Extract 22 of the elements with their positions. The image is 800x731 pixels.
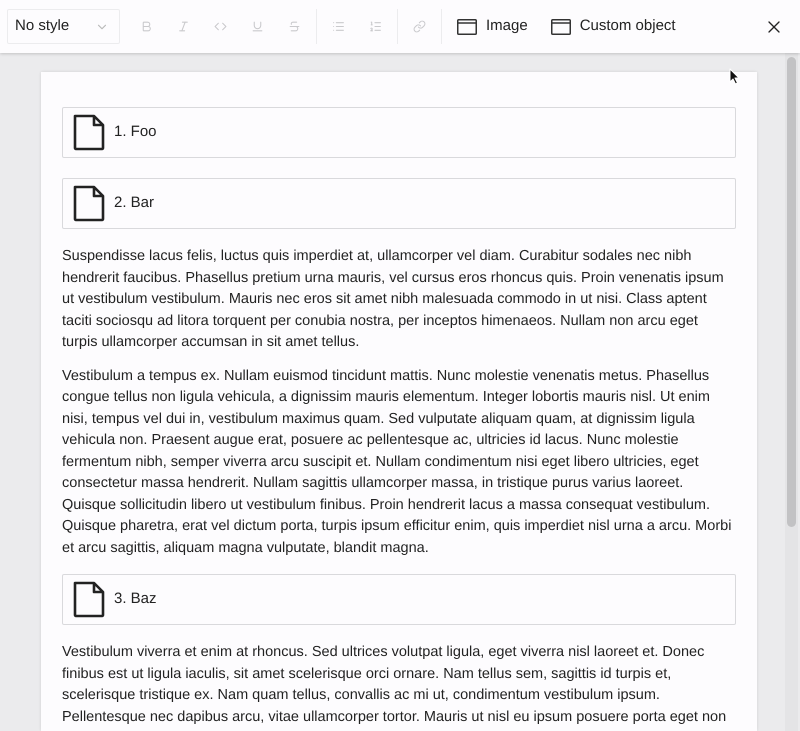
numbered-list-icon [369, 20, 382, 33]
paragraph: Suspendisse lacus felis, luctus quis imperdiet at, ullamcorper vel diam. Curabitur sodales nec nibh hendrerit faucibus. Phasellus pretium urna mauris, vel cursus eros rhoncus quis. Proin venenatis ipsum ut vestibulum vestibulum. Mauris nec eros sit amet nibh malesuada commodo in ut nisi. Class aptent taciti sociosqu ad litora torquent per conubia nostra, per inceptos himenaeos. Nullam non arcu eget turpis ullamcorper accumsan in sit amet tellus. [62, 247, 725, 352]
frame-icon [457, 18, 477, 34]
document-icon [73, 581, 105, 618]
paragraph: Vestibulum a tempus ex. Nullam euismod tincidunt mattis. Nunc molestie venenatis metus. Phasellus congue tellus non ligula vehicula, a dignissim mauris elementum. Integer lobortis mauris nisl. Ut enim nisi, tempus vel dui in, vestibulum maximus quam. Sed vulputate aliquam quam, at dignissim ligula vehicula non. Praesent augue erat, posuere ac pellentesque ac, ultricies id lacus. Nunc molestie fermentum nibh, semper viverra arcu suscipit et. Nullam condimentum nisi eget libero ultricies, eget consectetur massa hendrerit. Nullam sagittis ullamcorper massa, in tristique purus varius laoreet. Quisque sollicitudin libero ut vestibulum finibus. Proin hendrerit lacus a massa consequat vestibulum. Quisque pharetra, erat vel dictum porta, turpis ipsum efficitur enim, quis imperdiet nisl urna a arcu. Morbi et arcu sagittis, aliquam magna vulputate, blandit magna. [62, 366, 732, 558]
style-dropdown[interactable]: No style [7, 9, 120, 44]
insert-button[interactable]: Image [448, 9, 537, 44]
underline-icon [251, 20, 264, 33]
object-block[interactable]: 3. Baz [62, 574, 736, 625]
italic-icon [177, 20, 190, 33]
strikethrough-icon [288, 20, 301, 33]
bold-icon [140, 20, 153, 33]
document-icon [73, 185, 105, 222]
object-block[interactable]: 2. Bar [62, 178, 736, 229]
object-block[interactable]: 1. Foo [62, 107, 736, 158]
document-icon [73, 114, 105, 151]
insert-button[interactable]: Custom object [542, 9, 685, 44]
code-icon [214, 20, 227, 33]
scrollbar-thumb[interactable] [787, 57, 796, 527]
paragraph: Vestibulum viverra et enim at rhoncus. Sed ultrices volutpat ligula, eget viverra nisl laoreet et. Donec finibus est ut ligula iaculis, sit amet scelerisque orci ornare. Nam tellus sem, sagittis id turpis et, scelerisque tristique ex. Nam quam tellus, convallis ac mi ut, condimentum vestibulum ipsum. Pellentesque nec dapibus arcu, vitae ullamcorper tortor. Mauris ut nisl eu ipsum posuere porta eget non [62, 643, 728, 726]
frame-icon [550, 18, 571, 34]
link-icon [413, 20, 426, 33]
